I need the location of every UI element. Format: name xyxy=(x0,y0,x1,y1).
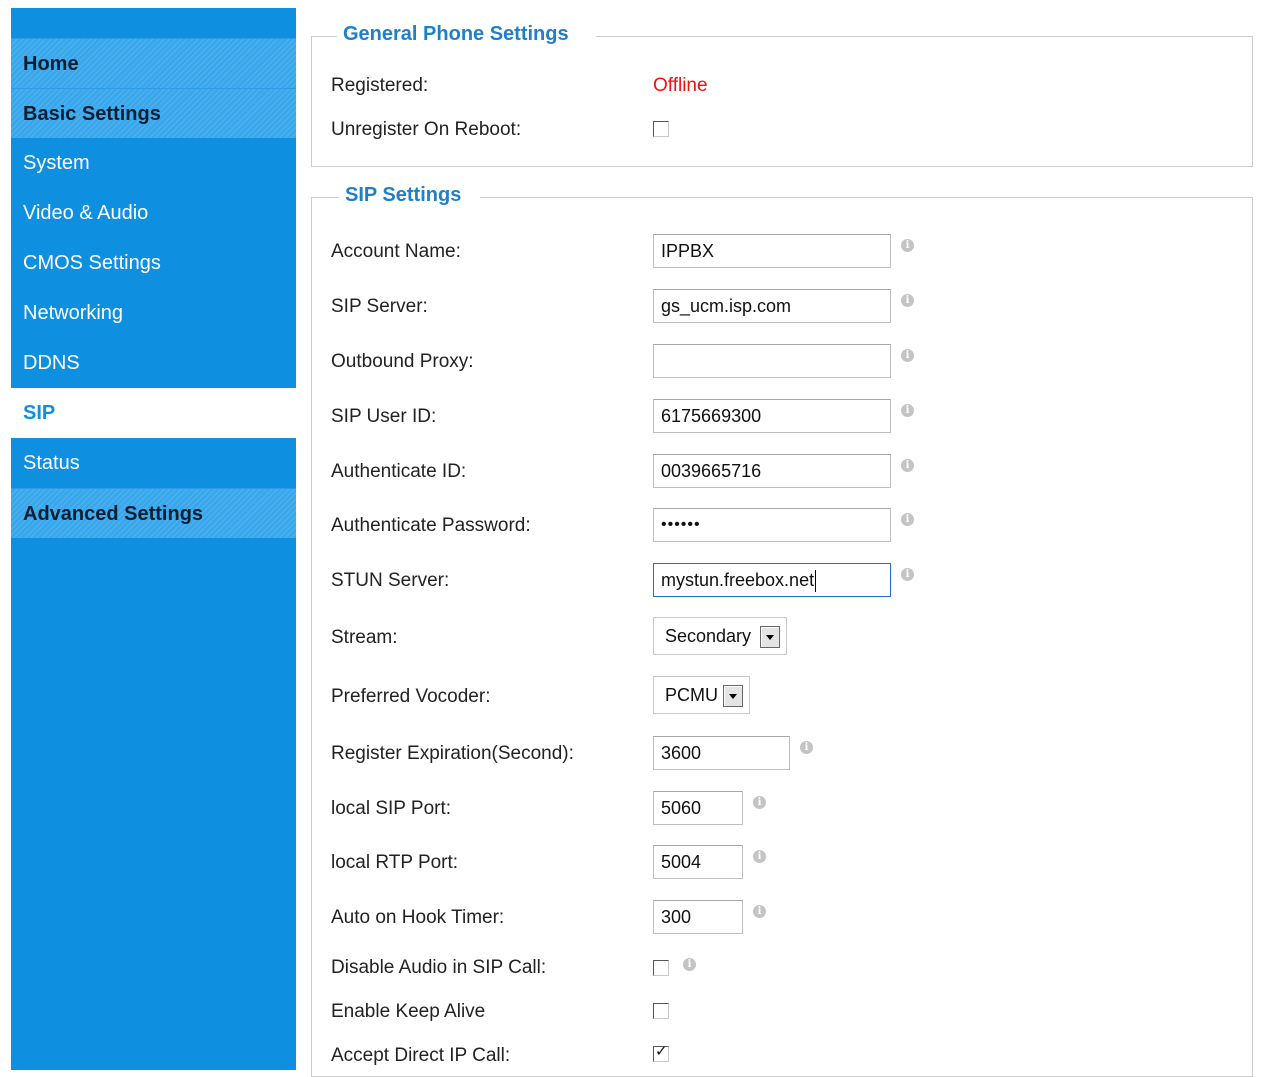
authenticate-id-input[interactable]: 0039665716 xyxy=(653,454,891,488)
sip-user-id-label: SIP User ID: xyxy=(331,406,437,427)
accept-direct-ip-call-label: Accept Direct IP Call: xyxy=(331,1045,511,1066)
authenticate-password-input[interactable]: •••••• xyxy=(653,508,891,542)
stream-select[interactable]: Secondary xyxy=(653,617,787,655)
sidebar-nav: Home Basic Settings System Video & Audio… xyxy=(11,8,296,1070)
disable-audio-checkbox[interactable] xyxy=(653,960,669,976)
general-phone-settings-legend: General Phone Settings xyxy=(337,23,575,46)
stun-server-info-icon[interactable]: i xyxy=(901,568,914,581)
sidebar-item-video-audio[interactable]: Video & Audio xyxy=(11,188,296,238)
local-sip-port-input[interactable]: 5060 xyxy=(653,791,743,825)
sip-settings-legend: SIP Settings xyxy=(339,184,468,207)
disable-audio-label: Disable Audio in SIP Call: xyxy=(331,957,547,978)
registration-status: Offline xyxy=(653,75,708,96)
vocoder-selected-value: PCMU xyxy=(665,685,718,705)
enable-keep-alive-checkbox[interactable] xyxy=(653,1003,669,1019)
stream-selected-value: Secondary xyxy=(665,626,752,646)
auto-on-hook-timer-label: Auto on Hook Timer: xyxy=(331,907,505,928)
preferred-vocoder-label: Preferred Vocoder: xyxy=(331,686,491,707)
sidebar-item-status[interactable]: Status xyxy=(11,438,296,488)
account-name-label: Account Name: xyxy=(331,241,461,262)
sidebar-item-system[interactable]: System xyxy=(11,138,296,188)
account-name-input[interactable]: IPPBX xyxy=(653,234,891,268)
text-cursor xyxy=(815,570,817,593)
sidebar-item-networking[interactable]: Networking xyxy=(11,288,296,338)
authenticate-password-info-icon[interactable]: i xyxy=(901,513,914,526)
local-rtp-port-input[interactable]: 5004 xyxy=(653,845,743,879)
stun-server-value: mystun.freebox.net xyxy=(661,570,815,590)
authenticate-password-label: Authenticate Password: xyxy=(331,515,531,536)
stun-server-label: STUN Server: xyxy=(331,570,450,591)
outbound-proxy-label: Outbound Proxy: xyxy=(331,351,474,372)
sip-user-id-input[interactable]: 6175669300 xyxy=(653,399,891,433)
register-expiration-info-icon[interactable]: i xyxy=(800,741,813,754)
enable-keep-alive-label: Enable Keep Alive xyxy=(331,1001,486,1022)
registered-label: Registered: xyxy=(331,75,429,96)
stream-label: Stream: xyxy=(331,627,398,648)
unregister-on-reboot-checkbox[interactable] xyxy=(653,121,669,137)
unregister-on-reboot-label: Unregister On Reboot: xyxy=(331,119,522,140)
stun-server-input[interactable]: mystun.freebox.net xyxy=(653,563,891,597)
auto-on-hook-timer-info-icon[interactable]: i xyxy=(753,905,766,918)
sidebar-item-home[interactable]: Home xyxy=(11,38,296,88)
authenticate-id-label: Authenticate ID: xyxy=(331,461,467,482)
register-expiration-label: Register Expiration(Second): xyxy=(331,743,574,764)
account-name-info-icon[interactable]: i xyxy=(901,239,914,252)
outbound-proxy-info-icon[interactable]: i xyxy=(901,349,914,362)
accept-direct-ip-call-checkbox[interactable]: ✓ xyxy=(653,1043,669,1062)
local-sip-port-info-icon[interactable]: i xyxy=(753,796,766,809)
preferred-vocoder-select[interactable]: PCMU xyxy=(653,676,750,714)
general-phone-settings-group xyxy=(311,36,1253,167)
sip-server-info-icon[interactable]: i xyxy=(901,294,914,307)
checkmark-icon: ✓ xyxy=(655,1043,668,1060)
disable-audio-info-icon[interactable]: i xyxy=(683,958,696,971)
local-rtp-port-label: local RTP Port: xyxy=(331,852,459,873)
sip-server-input[interactable]: gs_ucm.isp.com xyxy=(653,289,891,323)
sidebar-item-ddns[interactable]: DDNS xyxy=(11,338,296,388)
auto-on-hook-timer-input[interactable]: 300 xyxy=(653,900,743,934)
chevron-down-icon[interactable] xyxy=(723,685,743,707)
sip-server-label: SIP Server: xyxy=(331,296,428,317)
outbound-proxy-input[interactable] xyxy=(653,344,891,378)
sidebar-item-advanced-settings[interactable]: Advanced Settings xyxy=(11,488,296,538)
sidebar-item-cmos-settings[interactable]: CMOS Settings xyxy=(11,238,296,288)
chevron-down-icon[interactable] xyxy=(760,626,780,648)
sidebar-item-basic-settings[interactable]: Basic Settings xyxy=(11,88,296,138)
sidebar-item-sip[interactable]: SIP xyxy=(11,388,296,438)
sip-user-id-info-icon[interactable]: i xyxy=(901,404,914,417)
register-expiration-input[interactable]: 3600 xyxy=(653,736,790,770)
local-sip-port-label: local SIP Port: xyxy=(331,798,452,819)
authenticate-id-info-icon[interactable]: i xyxy=(901,459,914,472)
local-rtp-port-info-icon[interactable]: i xyxy=(753,850,766,863)
